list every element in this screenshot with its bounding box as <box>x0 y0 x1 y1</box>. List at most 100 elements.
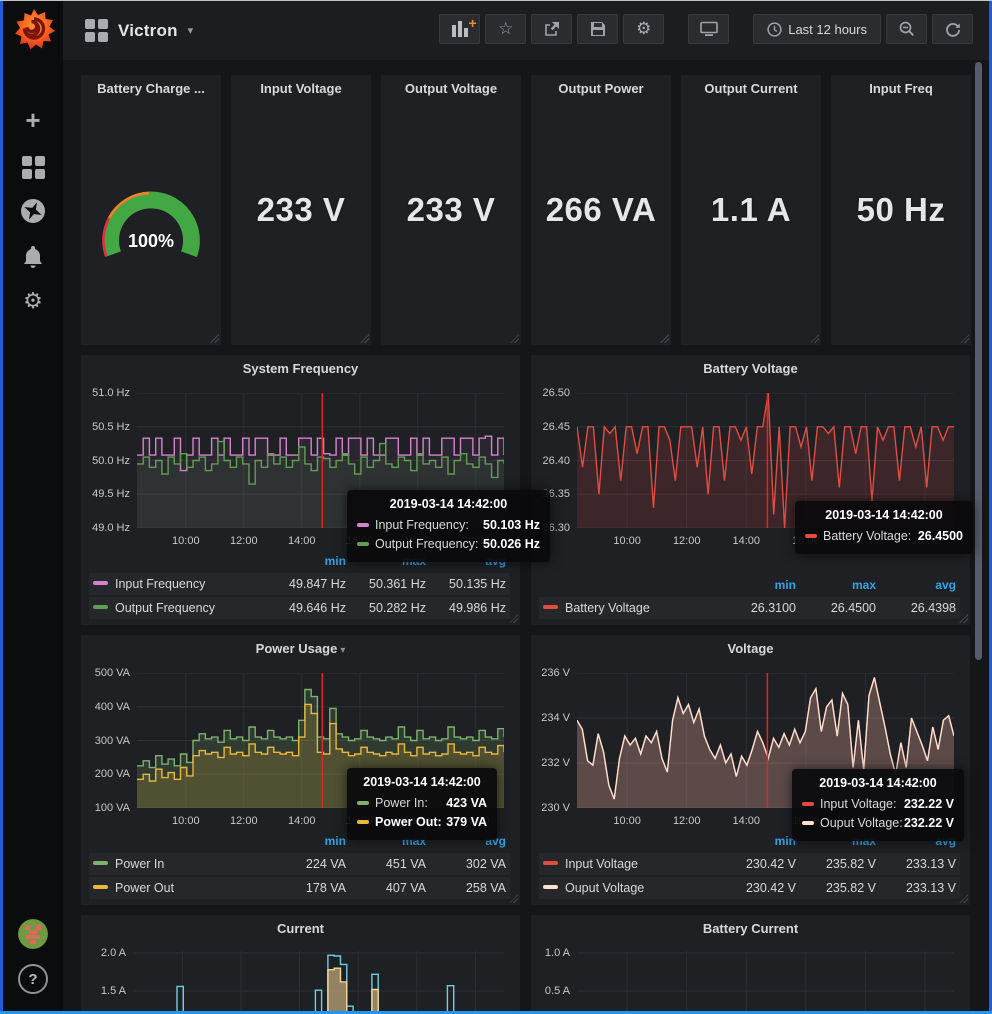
sidebar-explore-compass-icon[interactable] <box>3 194 63 228</box>
x-axis-tick: 12:00 <box>673 535 701 547</box>
y-axis-tick: 2.0 A <box>83 947 126 959</box>
add-panel-icon: + <box>452 21 468 37</box>
sidebar-configuration-gear-icon[interactable]: ⚙ <box>3 284 63 318</box>
y-axis-tick: 234 V <box>533 712 570 724</box>
panel-input-freq[interactable]: Input Freq 50 Hz <box>831 75 971 345</box>
panel-resize-handle[interactable] <box>810 334 819 343</box>
cycle-view-button[interactable] <box>688 14 729 44</box>
panel-battery-charge[interactable]: Battery Charge ... 100% <box>81 75 221 345</box>
y-axis-tick: 100 VA <box>83 802 130 814</box>
y-axis-tick: 49.0 Hz <box>83 522 130 534</box>
chart-tooltip: 2019-03-14 14:42:00Input Frequency:50.10… <box>347 490 550 562</box>
apps-grid-icon <box>85 19 108 42</box>
panel-resize-handle[interactable] <box>660 334 669 343</box>
panel-resize-handle[interactable] <box>510 334 519 343</box>
legend-series[interactable]: Input Voltage230.42 V235.82 V233.13 V <box>539 853 960 875</box>
panel-resize-handle[interactable] <box>509 614 518 623</box>
gear-icon: ⚙ <box>636 18 651 40</box>
chart-plot[interactable] <box>577 951 954 1011</box>
share-button[interactable] <box>531 14 572 44</box>
refresh-button[interactable] <box>932 14 973 44</box>
y-axis-tick: 50.0 Hz <box>83 455 130 467</box>
time-picker-button[interactable]: Last 12 hours <box>753 14 881 44</box>
legend-series[interactable]: Battery Voltage26.310026.450026.4398 <box>539 597 960 619</box>
panel-resize-handle[interactable] <box>959 614 968 623</box>
chart-current[interactable]: 2.0 A 1.5 A <box>81 915 520 1011</box>
x-axis-tick: 14:00 <box>733 815 761 827</box>
star-button[interactable]: ☆ <box>485 14 526 44</box>
x-axis-tick: 12:00 <box>230 535 258 547</box>
legend-series[interactable]: Power Out178 VA407 VA258 VA <box>89 877 510 899</box>
legend-series[interactable]: Power In224 VA451 VA302 VA <box>89 853 510 875</box>
sidebar-alerting-bell-icon[interactable] <box>3 240 63 274</box>
sidebar-dashboards-icon[interactable] <box>3 150 63 184</box>
panel-resize-handle[interactable] <box>360 334 369 343</box>
save-button[interactable] <box>577 14 618 44</box>
chart-tooltip: 2019-03-14 14:42:00Battery Voltage:26.45… <box>795 501 973 554</box>
legend-series[interactable]: Ouput Voltage230.42 V235.82 V233.13 V <box>539 877 960 899</box>
y-axis-tick: 26.45 <box>533 421 570 433</box>
legend-headers: minmaxavg <box>539 578 960 595</box>
zoom-out-icon <box>899 21 915 37</box>
chart-battery-voltage[interactable]: 26.5026.4526.4026.3526.3010:0012:0014:00… <box>531 355 970 625</box>
x-axis-tick: 12:00 <box>673 815 701 827</box>
panel-input-voltage[interactable]: Input Voltage 233 V <box>231 75 371 345</box>
dashboard-title: Victron <box>118 21 178 41</box>
grafana-logo[interactable] <box>12 6 56 52</box>
panel-resize-handle[interactable] <box>960 334 969 343</box>
chevron-down-icon: ▾ <box>188 24 194 37</box>
window-border-left <box>0 0 3 1014</box>
panel-title[interactable]: Battery Charge ... <box>81 81 221 96</box>
battery-charge-gauge: 100% <box>81 111 221 345</box>
x-axis-tick: 10:00 <box>613 535 641 547</box>
panel-current[interactable]: Current 2.0 A1.5 A <box>81 915 520 1011</box>
panel-output-voltage[interactable]: Output Voltage 233 V <box>381 75 521 345</box>
x-axis-tick: 14:00 <box>733 535 761 547</box>
vertical-scrollbar[interactable] <box>975 62 982 660</box>
star-icon: ☆ <box>498 21 513 37</box>
dashboard-settings-button[interactable]: ⚙ <box>623 14 664 44</box>
y-axis-tick: 50.5 Hz <box>83 421 130 433</box>
legend-series[interactable]: Input Frequency49.847 Hz50.361 Hz50.135 … <box>89 573 510 595</box>
panel-battery-voltage[interactable]: Battery Voltage 26.5026.4526.4026.3526.3… <box>531 355 970 625</box>
sidebar: + ⚙ ? <box>3 0 63 1014</box>
y-axis-tick: 51.0 Hz <box>83 387 130 399</box>
sidebar-create-plus-icon[interactable]: + <box>3 103 63 137</box>
chart-legend: minmaxavgInput Voltage230.42 V235.82 V23… <box>539 834 960 899</box>
chart-battery-current[interactable]: 1.0 A0.5 A <box>531 915 970 1011</box>
panel-resize-handle[interactable] <box>959 894 968 903</box>
help-icon[interactable]: ? <box>3 962 63 996</box>
panel-battery-current[interactable]: Battery Current 1.0 A0.5 A <box>531 915 970 1011</box>
panel-resize-handle[interactable] <box>509 894 518 903</box>
navbar: Victron ▾ + ☆ ⚙ Last 12 hours <box>63 1 989 60</box>
y-axis-tick: 26.50 <box>533 387 570 399</box>
y-axis-tick: 0.5 A <box>533 985 570 997</box>
chart-legend: minmaxavgPower In224 VA451 VA302 VAPower… <box>89 834 510 899</box>
chart-tooltip: 2019-03-14 14:42:00Power In:423 VAPower … <box>347 768 497 840</box>
share-icon <box>543 21 560 37</box>
tv-icon <box>700 21 718 37</box>
stat-value: 1.1 A <box>681 75 821 345</box>
panel-resize-handle[interactable] <box>210 334 219 343</box>
panel-output-current[interactable]: Output Current 1.1 A <box>681 75 821 345</box>
y-axis-tick: 400 VA <box>83 701 130 713</box>
add-panel-button[interactable]: + <box>439 14 480 44</box>
gauge-value: 100% <box>128 231 174 252</box>
chart-plot[interactable] <box>133 951 504 1011</box>
grafana-logo-icon <box>12 6 56 52</box>
panel-output-power[interactable]: Output Power 266 VA <box>531 75 671 345</box>
stat-value: 233 V <box>231 75 371 345</box>
user-avatar[interactable] <box>3 917 63 951</box>
y-axis-tick: 1.5 A <box>83 985 126 997</box>
x-axis-tick: 10:00 <box>172 815 200 827</box>
y-axis-tick: 232 V <box>533 757 570 769</box>
y-axis-tick: 230 V <box>533 802 570 814</box>
legend-series[interactable]: Output Frequency49.646 Hz50.282 Hz49.986… <box>89 597 510 619</box>
zoom-out-button[interactable] <box>886 14 927 44</box>
avatar-image <box>18 919 48 949</box>
save-icon <box>590 21 606 37</box>
x-axis-tick: 14:00 <box>288 815 316 827</box>
clock-icon <box>767 22 782 37</box>
chart-legend: minmaxavg Battery Voltage26.310026.450026… <box>539 578 960 619</box>
dashboard-picker[interactable]: Victron ▾ <box>85 1 193 60</box>
